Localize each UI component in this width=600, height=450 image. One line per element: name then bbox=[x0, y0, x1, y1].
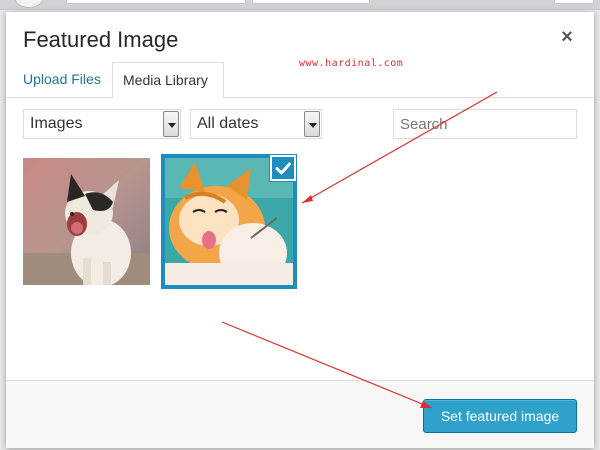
background-logo bbox=[14, 0, 44, 8]
tab-upload-files[interactable]: Upload Files bbox=[13, 62, 111, 98]
background-field bbox=[554, 0, 594, 4]
background-field bbox=[66, 0, 246, 4]
media-type-select[interactable]: Images bbox=[23, 109, 181, 139]
checkmark-button[interactable] bbox=[269, 154, 297, 182]
modal-title: Featured Image bbox=[23, 27, 179, 52]
router-tabs: Upload Files Media Library bbox=[6, 62, 594, 99]
attachment-thumbnail[interactable] bbox=[23, 158, 150, 285]
tab-media-library[interactable]: Media Library bbox=[112, 62, 224, 99]
media-type-value: Images bbox=[30, 115, 83, 132]
yawning-kitten-image bbox=[23, 158, 150, 285]
media-modal: Featured Image × www.hardinal.com Upload… bbox=[6, 12, 594, 448]
attachments-grid bbox=[6, 154, 594, 382]
attachment-thumbnail-selected[interactable] bbox=[161, 154, 297, 289]
search-input[interactable] bbox=[393, 109, 577, 139]
media-toolbar: Images All dates bbox=[6, 108, 594, 142]
date-filter-select[interactable]: All dates bbox=[190, 109, 322, 139]
set-featured-image-button[interactable]: Set featured image bbox=[423, 399, 577, 433]
checkmark-icon bbox=[275, 162, 291, 175]
background-field bbox=[252, 0, 370, 4]
chevron-down-icon bbox=[163, 111, 179, 137]
modal-footer-toolbar: Set featured image bbox=[6, 380, 594, 448]
close-icon[interactable]: × bbox=[558, 27, 576, 47]
chevron-down-icon bbox=[304, 111, 320, 137]
background-page-strip bbox=[0, 0, 600, 10]
date-filter-value: All dates bbox=[197, 115, 259, 132]
